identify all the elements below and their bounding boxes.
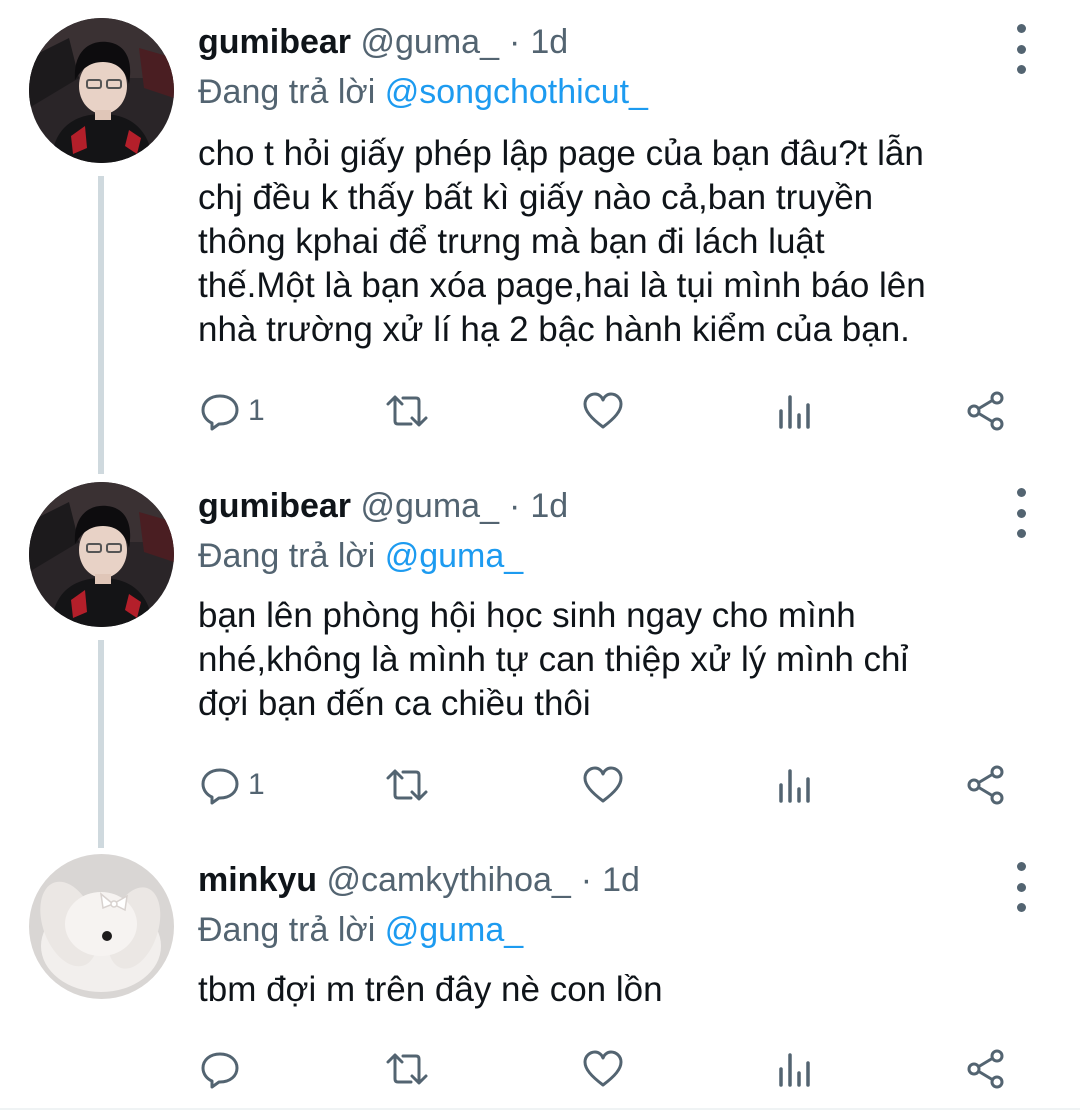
retweet-button[interactable]	[385, 386, 429, 436]
avatar[interactable]	[29, 482, 174, 627]
avatar-person-icon	[29, 482, 174, 627]
retweet-icon	[386, 395, 428, 427]
avatar[interactable]	[29, 854, 174, 999]
analytics-icon	[779, 1053, 810, 1087]
avatar-person-icon	[29, 18, 174, 163]
tweet[interactable]: minkyu @camkythihoa_ · 1d Đang trả lời @gu…	[0, 838, 1080, 1108]
tweet-header: gumibear @guma_ · 1d	[198, 22, 568, 62]
share-button[interactable]	[964, 760, 1008, 810]
tweet-text-line: bạn lên phòng hội học sinh ngay cho mình	[198, 596, 856, 635]
tweet-text: cho t hỏi giấy phép lập page của bạn đâu…	[198, 132, 1038, 352]
share-button[interactable]	[964, 1044, 1008, 1094]
reply-icon	[201, 394, 239, 431]
tweet-text: tbm đợi m trên đây nè con lồn	[198, 968, 1038, 1012]
share-icon	[967, 1049, 1004, 1089]
retweet-icon	[386, 769, 428, 801]
separator-dot: ·	[508, 487, 521, 525]
analytics-button[interactable]	[773, 386, 817, 436]
timestamp[interactable]: 1d	[530, 487, 568, 525]
separator-dot: ·	[580, 861, 593, 899]
more-vertical-icon-dot	[1016, 903, 1026, 912]
replying-to-label: Đang trả lời	[198, 537, 376, 575]
mention-link[interactable]: @guma_	[385, 537, 523, 575]
analytics-button[interactable]	[773, 1044, 817, 1094]
like-button[interactable]	[581, 760, 625, 810]
tweet-text-line: thế.Một là bạn xóa page,hai là tụi mình …	[198, 266, 926, 305]
reply-icon	[201, 768, 239, 805]
tweet-text-line: nhà trường xử lí hạ 2 bậc hành kiểm của …	[198, 310, 910, 349]
like-button[interactable]	[581, 386, 625, 436]
more-options-button[interactable]	[1004, 862, 1038, 912]
more-vertical-icon	[1016, 862, 1026, 871]
more-vertical-icon-dot	[1016, 508, 1026, 518]
analytics-icon	[779, 395, 810, 429]
more-vertical-icon	[1016, 488, 1026, 497]
more-vertical-icon	[1016, 24, 1026, 33]
tweet-text-line: nhé,không là mình tự can thiệp xử lý mìn…	[198, 640, 909, 679]
more-vertical-icon-dot	[1016, 882, 1026, 892]
replying-to-label: Đang trả lời	[198, 73, 376, 111]
tweet-text-line: chj đều k thấy bất kì giấy nào cả,ban tr…	[198, 178, 874, 217]
tweet-header: gumibear @guma_ · 1d	[198, 486, 568, 526]
tweet-text-line: đợi bạn đến ca chiều thôi	[198, 684, 591, 723]
heart-icon	[583, 392, 623, 429]
replying-to: Đang trả lời @guma_	[198, 910, 523, 950]
action-bar: 1	[198, 386, 1028, 436]
reply-count: 1	[248, 394, 265, 427]
user-handle[interactable]: @guma_	[361, 487, 499, 525]
tweet-text-line: tbm đợi m trên đây nè con lồn	[198, 970, 663, 1009]
heart-icon	[583, 766, 623, 803]
more-options-button[interactable]	[1004, 488, 1038, 538]
display-name[interactable]: minkyu	[198, 861, 317, 899]
share-button[interactable]	[964, 386, 1008, 436]
retweet-button[interactable]	[385, 1044, 429, 1094]
mention-link[interactable]: @guma_	[385, 911, 523, 949]
tweet-text-line: thông kphai để trưng mà bạn đi lách luật	[198, 222, 825, 261]
divider	[0, 1108, 1080, 1110]
heart-icon	[583, 1050, 623, 1087]
timestamp[interactable]: 1d	[530, 23, 568, 61]
analytics-button[interactable]	[773, 760, 817, 810]
display-name[interactable]: gumibear	[198, 487, 351, 525]
more-vertical-icon-dot	[1016, 44, 1026, 54]
analytics-icon	[779, 769, 810, 803]
replying-to: Đang trả lời @songchothicut_	[198, 72, 648, 112]
separator-dot: ·	[508, 23, 521, 61]
avatar-bunny-icon	[29, 854, 174, 999]
display-name[interactable]: gumibear	[198, 23, 351, 61]
tweet[interactable]: gumibear @guma_ · 1d Đang trả lời @guma_ b…	[0, 464, 1080, 844]
tweet-header: minkyu @camkythihoa_ · 1d	[198, 860, 640, 900]
replying-to: Đang trả lời @guma_	[198, 536, 523, 576]
avatar[interactable]	[29, 18, 174, 163]
tweet[interactable]: gumibear @guma_ · 1d Đang trả lời @songcho…	[0, 0, 1080, 464]
action-bar	[198, 1044, 1028, 1094]
retweet-icon	[386, 1053, 428, 1085]
more-options-button[interactable]	[1004, 24, 1038, 74]
timestamp[interactable]: 1d	[602, 861, 640, 899]
like-button[interactable]	[581, 1044, 625, 1094]
user-handle[interactable]: @camkythihoa_	[327, 861, 571, 899]
share-icon	[967, 765, 1004, 805]
more-vertical-icon-dot	[1016, 65, 1026, 74]
action-bar: 1	[198, 760, 1028, 810]
reply-button[interactable]: 1	[198, 760, 265, 810]
tweet-text: bạn lên phòng hội học sinh ngay cho mình…	[198, 594, 1038, 726]
more-vertical-icon-dot	[1016, 529, 1026, 538]
reply-icon	[201, 1052, 239, 1089]
user-handle[interactable]: @guma_	[361, 23, 499, 61]
mention-link[interactable]: @songchothicut_	[385, 73, 648, 111]
reply-button[interactable]	[198, 1044, 248, 1094]
reply-count: 1	[248, 768, 265, 801]
tweet-text-line: cho t hỏi giấy phép lập page của bạn đâu…	[198, 134, 924, 173]
share-icon	[967, 391, 1004, 431]
reply-button[interactable]: 1	[198, 386, 265, 436]
replying-to-label: Đang trả lời	[198, 911, 376, 949]
retweet-button[interactable]	[385, 760, 429, 810]
